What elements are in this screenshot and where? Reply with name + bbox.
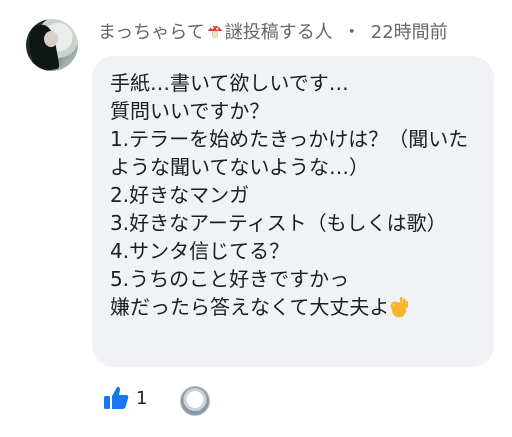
- comment-line: 質問いいですか？: [110, 99, 270, 123]
- author-name[interactable]: まっちゃらて: [98, 18, 205, 44]
- thumbs-up-icon[interactable]: [102, 384, 130, 412]
- reaction-bar[interactable]: 1: [102, 384, 147, 412]
- comment-line: 手紙…書いて欲しいです…: [110, 71, 349, 95]
- timestamp[interactable]: 22時間前: [371, 18, 448, 44]
- avatar-hair: [26, 23, 60, 71]
- comment-bubble[interactable]: 手紙…書いて欲しいです… 質問いいですか？ 1.テラーを始めたきっかけは？（聞い…: [92, 56, 494, 367]
- comment-line: 1.テラーを始めたきっかけは？（聞いたような聞いてないような…）: [110, 127, 469, 179]
- ok-hand-icon: [390, 297, 409, 318]
- comment-line: 3.好きなアーティスト（もしくは歌）: [110, 211, 447, 235]
- reactor-avatar[interactable]: [180, 386, 210, 416]
- comment-line: 4.サンタ信じてる？: [110, 239, 290, 263]
- comment-text: 手紙…書いて欲しいです… 質問いいですか？ 1.テラーを始めたきっかけは？（聞い…: [110, 69, 478, 321]
- mushroom-icon: [207, 24, 222, 38]
- commenter-avatar[interactable]: [26, 19, 78, 71]
- avatar-face: [44, 31, 58, 47]
- comment-line: 嫌だったら答えなくて大丈夫よ: [110, 295, 390, 319]
- comment-header: まっちゃらて 謎投稿する人 ・ 22時間前: [98, 18, 448, 44]
- author-suffix[interactable]: 謎投稿する人: [225, 18, 333, 44]
- like-count: 1: [136, 387, 148, 409]
- separator: ・: [342, 22, 361, 43]
- comment-line: 2.好きなマンガ: [110, 183, 250, 207]
- comment-line: 5.うちのこと好きですかっ: [110, 267, 350, 291]
